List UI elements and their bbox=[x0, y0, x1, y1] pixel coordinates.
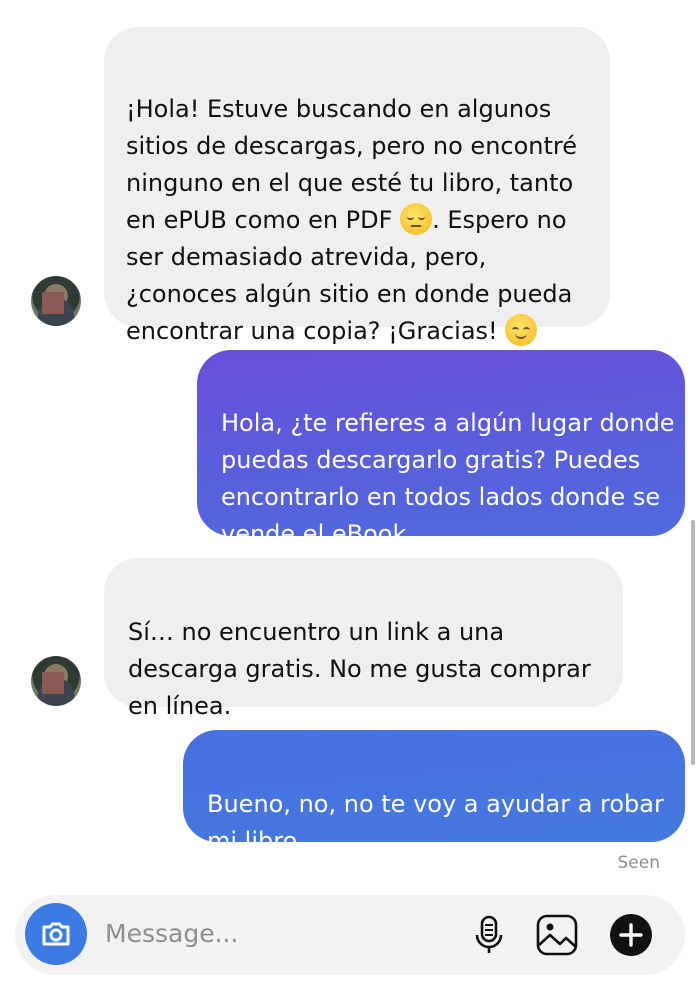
seen-status: Seen bbox=[617, 853, 660, 873]
smiling-face-emoji-icon bbox=[505, 314, 538, 346]
censor-block bbox=[42, 292, 64, 314]
gallery-button[interactable] bbox=[535, 913, 579, 957]
microphone-button[interactable] bbox=[467, 913, 511, 957]
message-text: Hola, ¿te refieres a algún lugar donde p… bbox=[221, 409, 675, 548]
microphone-icon bbox=[475, 915, 503, 953]
censor-block bbox=[42, 672, 64, 694]
message-thread: ¡Hola! Estuve buscando en algunos sitios… bbox=[0, 0, 700, 890]
outgoing-message-bubble[interactable]: Bueno, no, no te voy a ayudar a robar mi… bbox=[183, 730, 685, 855]
gallery-icon bbox=[536, 914, 578, 956]
message-text: Bueno, no, no te voy a ayudar a robar mi… bbox=[207, 790, 664, 855]
camera-icon bbox=[42, 922, 70, 946]
message-input[interactable]: Message... bbox=[105, 919, 238, 948]
incoming-message-bubble[interactable]: Sí… no encuentro un link a una descarga … bbox=[104, 558, 623, 720]
contact-avatar[interactable] bbox=[31, 276, 81, 326]
plus-icon bbox=[610, 914, 652, 956]
outgoing-message-bubble[interactable]: Hola, ¿te refieres a algún lugar donde p… bbox=[197, 350, 685, 548]
pensive-face-emoji-icon bbox=[400, 203, 433, 235]
incoming-message-bubble[interactable]: ¡Hola! Estuve buscando en algunos sitios… bbox=[104, 27, 610, 346]
camera-button[interactable] bbox=[25, 903, 87, 965]
message-text: Sí… no encuentro un link a una descarga … bbox=[128, 618, 591, 720]
scrollbar[interactable] bbox=[691, 520, 695, 765]
contact-avatar[interactable] bbox=[31, 656, 81, 706]
message-composer: Message... bbox=[15, 895, 685, 975]
add-button[interactable] bbox=[609, 913, 653, 957]
